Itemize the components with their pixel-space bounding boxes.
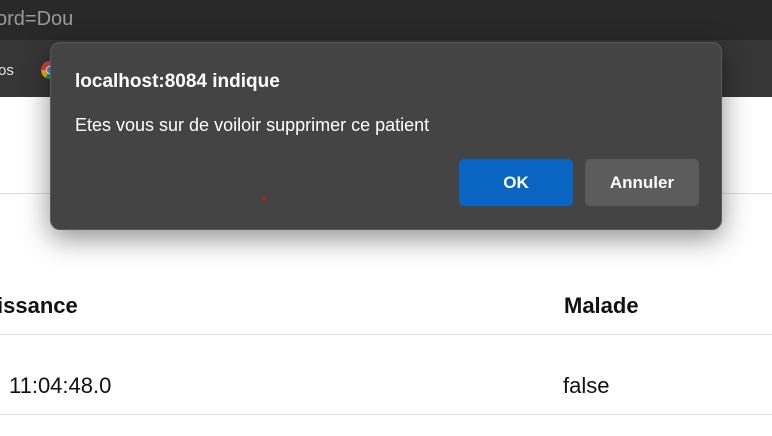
cancel-button[interactable]: Annuler bbox=[585, 159, 699, 206]
cursor-dot bbox=[262, 197, 266, 201]
dialog-message: Etes vous sur de voiloir supprimer ce pa… bbox=[75, 115, 430, 135]
url-text[interactable]: ord=Dou bbox=[0, 8, 73, 31]
address-bar[interactable]: ord=Dou bbox=[0, 0, 772, 40]
ok-button[interactable]: OK bbox=[459, 159, 573, 206]
table-cell-malade: false bbox=[563, 373, 610, 398]
table-divider bbox=[0, 414, 772, 415]
dialog-title: localhost:8084 indique bbox=[75, 71, 280, 92]
table-cell-date: 11:04:48.0 bbox=[9, 373, 112, 398]
bookmark-label[interactable]: os bbox=[0, 62, 14, 79]
confirm-dialog: localhost:8084 indique Etes vous sur de … bbox=[50, 42, 722, 230]
column-header-date: issance bbox=[0, 293, 78, 318]
column-header-malade: Malade bbox=[564, 293, 639, 318]
table-divider bbox=[0, 334, 772, 335]
